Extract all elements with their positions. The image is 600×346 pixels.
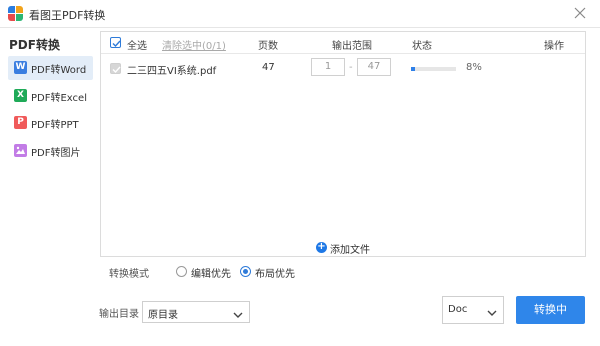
sidebar-item-label: PDF转PPT [31, 120, 79, 131]
output-directory-label: 输出目录 [99, 309, 139, 320]
radio-edit-priority[interactable] [176, 266, 187, 277]
sidebar-item-pdf-to-word[interactable]: W PDF转Word [8, 56, 93, 80]
word-icon: W [14, 61, 27, 74]
output-directory-value: 原目录 [148, 310, 178, 321]
sidebar-item-pdf-to-excel[interactable]: X PDF转Excel [8, 84, 93, 108]
column-header-actions: 操作 [544, 41, 564, 52]
sidebar-item-label: PDF转Word [31, 65, 87, 76]
app-logo-icon [8, 6, 23, 21]
title-bar: 看图王PDF转换 [0, 0, 600, 28]
table-row: 二三四五VI系统.pdf 47 1 - 47 8% [101, 55, 585, 83]
progress-percent: 8% [466, 62, 482, 73]
close-icon[interactable] [572, 5, 588, 21]
window-title: 看图王PDF转换 [29, 9, 106, 22]
range-separator: - [349, 62, 353, 73]
chevron-down-icon [233, 309, 243, 318]
progress-bar-fill [411, 67, 415, 71]
page-count: 47 [262, 62, 275, 73]
plus-icon: + [316, 241, 327, 253]
range-to-input[interactable]: 47 [357, 58, 391, 76]
output-directory-select[interactable]: 原目录 [142, 301, 250, 323]
radio-layout-priority[interactable] [240, 266, 251, 277]
select-all-label[interactable]: 全选 [127, 37, 147, 52]
chevron-down-icon [487, 307, 497, 316]
progress-bar [411, 67, 456, 71]
sidebar-item-pdf-to-ppt[interactable]: P PDF转PPT [8, 111, 93, 135]
sidebar-item-pdf-to-image[interactable]: PDF转图片 [8, 139, 93, 163]
ppt-icon: P [14, 116, 27, 129]
sidebar-item-label: PDF转图片 [31, 148, 81, 159]
range-from-input[interactable]: 1 [311, 58, 345, 76]
radio-edit-priority-label[interactable]: 编辑优先 [191, 265, 231, 280]
clear-selected-link[interactable]: 清除选中(0/1) [162, 37, 226, 52]
column-header-status: 状态 [412, 41, 432, 52]
sidebar-item-label: PDF转Excel [31, 93, 87, 104]
column-header-pages: 页数 [258, 41, 278, 52]
add-file-label: 添加文件 [330, 245, 370, 256]
format-select[interactable]: Doc [442, 296, 504, 324]
excel-icon: X [14, 89, 27, 102]
select-all-checkbox[interactable] [110, 37, 121, 48]
radio-layout-priority-label[interactable]: 布局优先 [255, 265, 295, 280]
format-value: Doc [448, 304, 468, 315]
sidebar-title: PDF转换 [9, 38, 60, 52]
table-header: 全选 清除选中(0/1) 页数 输出范围 状态 操作 [101, 32, 585, 54]
conversion-mode-label: 转换模式 [109, 269, 149, 280]
file-list-panel: 全选 清除选中(0/1) 页数 输出范围 状态 操作 二三四五VI系统.pdf … [100, 31, 586, 257]
column-header-range: 输出范围 [332, 41, 372, 52]
image-icon [14, 144, 27, 157]
convert-button[interactable]: 转换中 [516, 296, 585, 324]
file-name: 二三四五VI系统.pdf [127, 66, 217, 77]
row-checkbox[interactable] [110, 63, 121, 74]
